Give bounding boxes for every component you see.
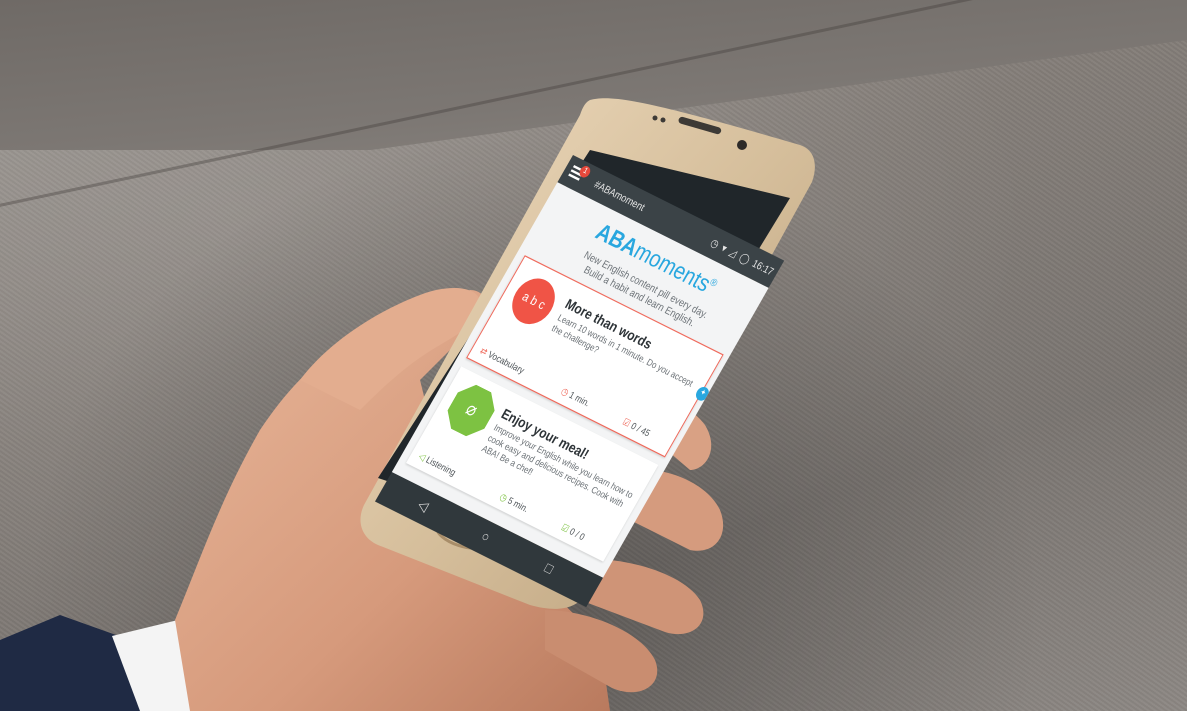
card-progress: ☑ 0 / 0 (559, 522, 587, 543)
status-time: 16:17 (750, 257, 776, 278)
home-icon[interactable]: ○ (478, 528, 493, 546)
camera-icon (737, 140, 747, 150)
sensor (652, 115, 658, 121)
card-category: ◁ Listening (416, 450, 458, 479)
sensor-2 (660, 117, 666, 123)
card-category: ⇄ Vocabulary (478, 345, 527, 376)
recents-icon[interactable]: □ (542, 559, 557, 577)
card-duration: ◷ 1 min. (559, 385, 592, 409)
back-icon[interactable]: ◁ (415, 496, 432, 515)
card-duration: ◷ 5 min. (497, 491, 531, 515)
card-progress: ☑ 0 / 45 (620, 416, 653, 439)
